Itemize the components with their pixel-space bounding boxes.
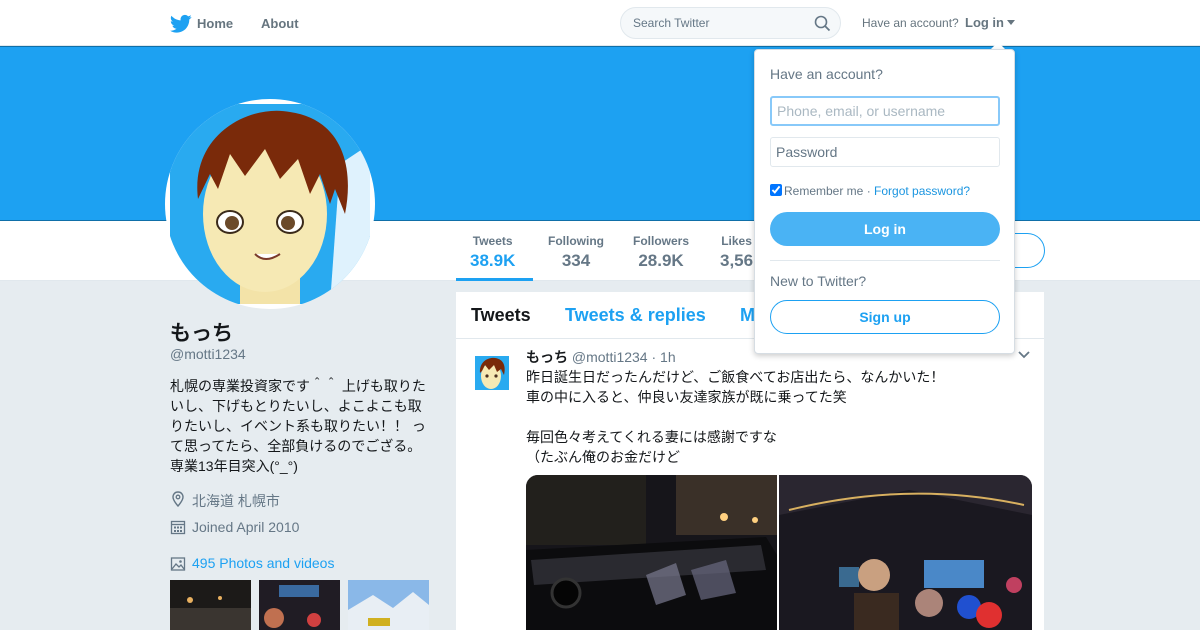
profile-bio: 札幌の専業投資家です＾＾ 上げも取りた いし、下げもとりたいし、よこよこも取 り… xyxy=(170,378,426,474)
photo-thumbnail[interactable] xyxy=(348,580,429,630)
thumbnail-image xyxy=(170,580,251,630)
password-field[interactable] xyxy=(770,137,1000,167)
stat-label: Followers xyxy=(633,234,690,248)
photo-thumbnail[interactable] xyxy=(170,580,251,630)
calendar-icon xyxy=(170,520,186,535)
dropdown-heading: Have an account? xyxy=(770,66,883,82)
tweet-timestamp[interactable]: · 1h xyxy=(651,349,675,365)
profile-avatar[interactable] xyxy=(165,99,375,309)
tab-tweets-replies[interactable]: Tweets & replies xyxy=(565,305,706,326)
avatar-illustration xyxy=(170,104,370,304)
nav-home-link[interactable]: Home xyxy=(197,16,233,31)
stat-label: Tweets xyxy=(472,234,513,248)
tweet-photo-party[interactable] xyxy=(779,475,1032,630)
login-button[interactable]: Log in xyxy=(770,212,1000,246)
profile-name[interactable]: もっち xyxy=(170,317,233,347)
dropdown-divider xyxy=(770,260,1000,261)
photo-thumbnail[interactable] xyxy=(259,580,340,630)
tweet-header: もっち @motti1234 · 1h xyxy=(526,347,676,367)
nav-about-link[interactable]: About xyxy=(261,16,299,31)
search-box[interactable]: Search Twitter xyxy=(620,7,841,39)
caret-down-icon xyxy=(1007,20,1015,25)
login-toggle-label: Log in xyxy=(965,15,1004,30)
tweet-author-name[interactable]: もっち xyxy=(526,349,568,365)
joined-text: Joined April 2010 xyxy=(192,519,300,535)
stat-value: 3,56 xyxy=(720,251,754,270)
remember-me-checkbox[interactable] xyxy=(770,184,782,196)
signup-button[interactable]: Sign up xyxy=(770,300,1000,334)
tweet-author-handle[interactable]: @motti1234 xyxy=(572,349,648,365)
photo-icon xyxy=(170,557,186,571)
remember-me-label[interactable]: Remember me xyxy=(784,184,863,198)
search-icon[interactable] xyxy=(814,15,831,32)
stat-tweets[interactable]: Tweets 38.9K xyxy=(470,234,515,271)
separator-dot: · xyxy=(863,184,875,198)
forgot-password-link[interactable]: Forgot password? xyxy=(874,184,970,198)
location-pin-icon xyxy=(172,491,184,507)
active-stat-underline xyxy=(456,278,533,281)
tweet-avatar-image xyxy=(475,356,509,390)
stat-value: 28.9K xyxy=(638,251,684,270)
tweet-media[interactable] xyxy=(526,475,1032,630)
tweet-text: 昨日誕生日だったんだけど、ご飯食べてお店出たら、なんかいた！ 車の中に入ると、仲… xyxy=(526,369,945,465)
remember-me-row: Remember me · Forgot password? xyxy=(770,184,970,198)
login-dropdown: Have an account? Remember me · Forgot pa… xyxy=(754,49,1015,354)
stat-following[interactable]: Following 334 xyxy=(548,234,604,271)
thumbnail-image xyxy=(348,580,429,630)
thumbnail-image xyxy=(259,580,340,630)
stat-label: Following xyxy=(548,234,604,248)
stat-value: 38.9K xyxy=(470,251,516,270)
tweet-photo-limousine[interactable] xyxy=(526,475,777,630)
tab-media[interactable]: M xyxy=(740,305,755,326)
profile-handle[interactable]: @motti1234 xyxy=(170,346,246,362)
tab-tweets[interactable]: Tweets xyxy=(471,305,531,326)
tweet-avatar[interactable] xyxy=(475,356,509,390)
stat-followers[interactable]: Followers 28.9K xyxy=(633,234,689,271)
have-account-text: Have an account? xyxy=(862,16,959,30)
new-to-twitter-text: New to Twitter? xyxy=(770,273,867,289)
stat-value: 334 xyxy=(561,251,591,270)
username-field[interactable] xyxy=(770,96,1000,126)
search-input[interactable]: Search Twitter xyxy=(633,16,709,30)
chevron-down-icon[interactable] xyxy=(1018,351,1030,359)
photos-videos-text: 495 Photos and videos xyxy=(192,555,335,571)
twitter-bird-icon[interactable] xyxy=(170,14,192,34)
login-dropdown-toggle[interactable]: Log in xyxy=(965,15,1015,30)
top-nav-bar: Home About Search Twitter Have an accoun… xyxy=(0,0,1200,46)
stat-label: Likes xyxy=(721,234,752,248)
location-text: 北海道 札幌市 xyxy=(192,493,280,509)
stat-likes[interactable]: Likes 3,56 xyxy=(720,234,753,271)
